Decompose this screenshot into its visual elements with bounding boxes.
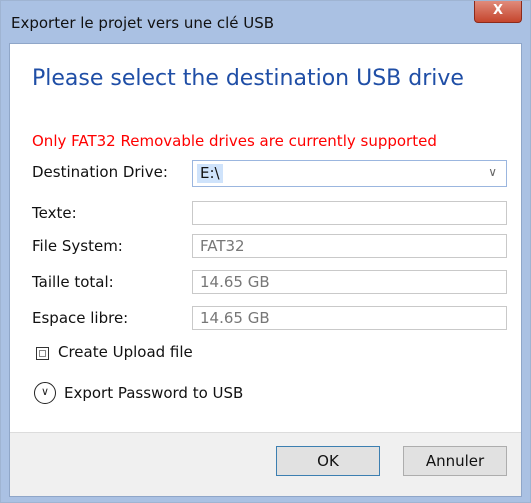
warning-text: Only FAT32 Removable drives are currentl… bbox=[32, 132, 437, 150]
destination-drive-label: Destination Drive: bbox=[32, 163, 168, 181]
free-space-field: 14.65 GB bbox=[192, 306, 507, 330]
dialog-body: Please select the destination USB drive … bbox=[9, 43, 522, 497]
create-upload-label[interactable]: Create Upload file bbox=[58, 343, 193, 361]
title-bar[interactable]: Exporter le projet vers une clé USB X bbox=[1, 1, 530, 43]
file-system-field: FAT32 bbox=[192, 234, 507, 258]
cancel-button[interactable]: Annuler bbox=[403, 446, 507, 476]
destination-drive-select[interactable]: E:\ ∨ bbox=[192, 160, 507, 187]
destination-drive-value: E:\ bbox=[197, 164, 223, 183]
create-upload-checkbox[interactable] bbox=[36, 347, 49, 360]
ok-button[interactable]: OK bbox=[276, 446, 380, 476]
file-system-label: File System: bbox=[32, 237, 123, 255]
total-size-field: 14.65 GB bbox=[192, 270, 507, 294]
chevron-down-icon: ∨ bbox=[488, 165, 497, 179]
export-password-label[interactable]: Export Password to USB bbox=[64, 384, 243, 402]
expand-chevron-icon[interactable]: ∨ bbox=[34, 382, 56, 404]
close-button[interactable]: X bbox=[474, 1, 522, 23]
dialog-window: Exporter le projet vers une clé USB X Pl… bbox=[0, 0, 531, 503]
texte-label: Texte: bbox=[32, 204, 77, 222]
page-title: Please select the destination USB drive bbox=[32, 66, 464, 91]
free-space-label: Espace libre: bbox=[32, 309, 129, 327]
window-title: Exporter le projet vers une clé USB bbox=[11, 14, 275, 32]
texte-field[interactable] bbox=[192, 201, 507, 225]
total-size-label: Taille total: bbox=[32, 273, 114, 291]
button-bar: OK Annuler bbox=[10, 432, 521, 496]
